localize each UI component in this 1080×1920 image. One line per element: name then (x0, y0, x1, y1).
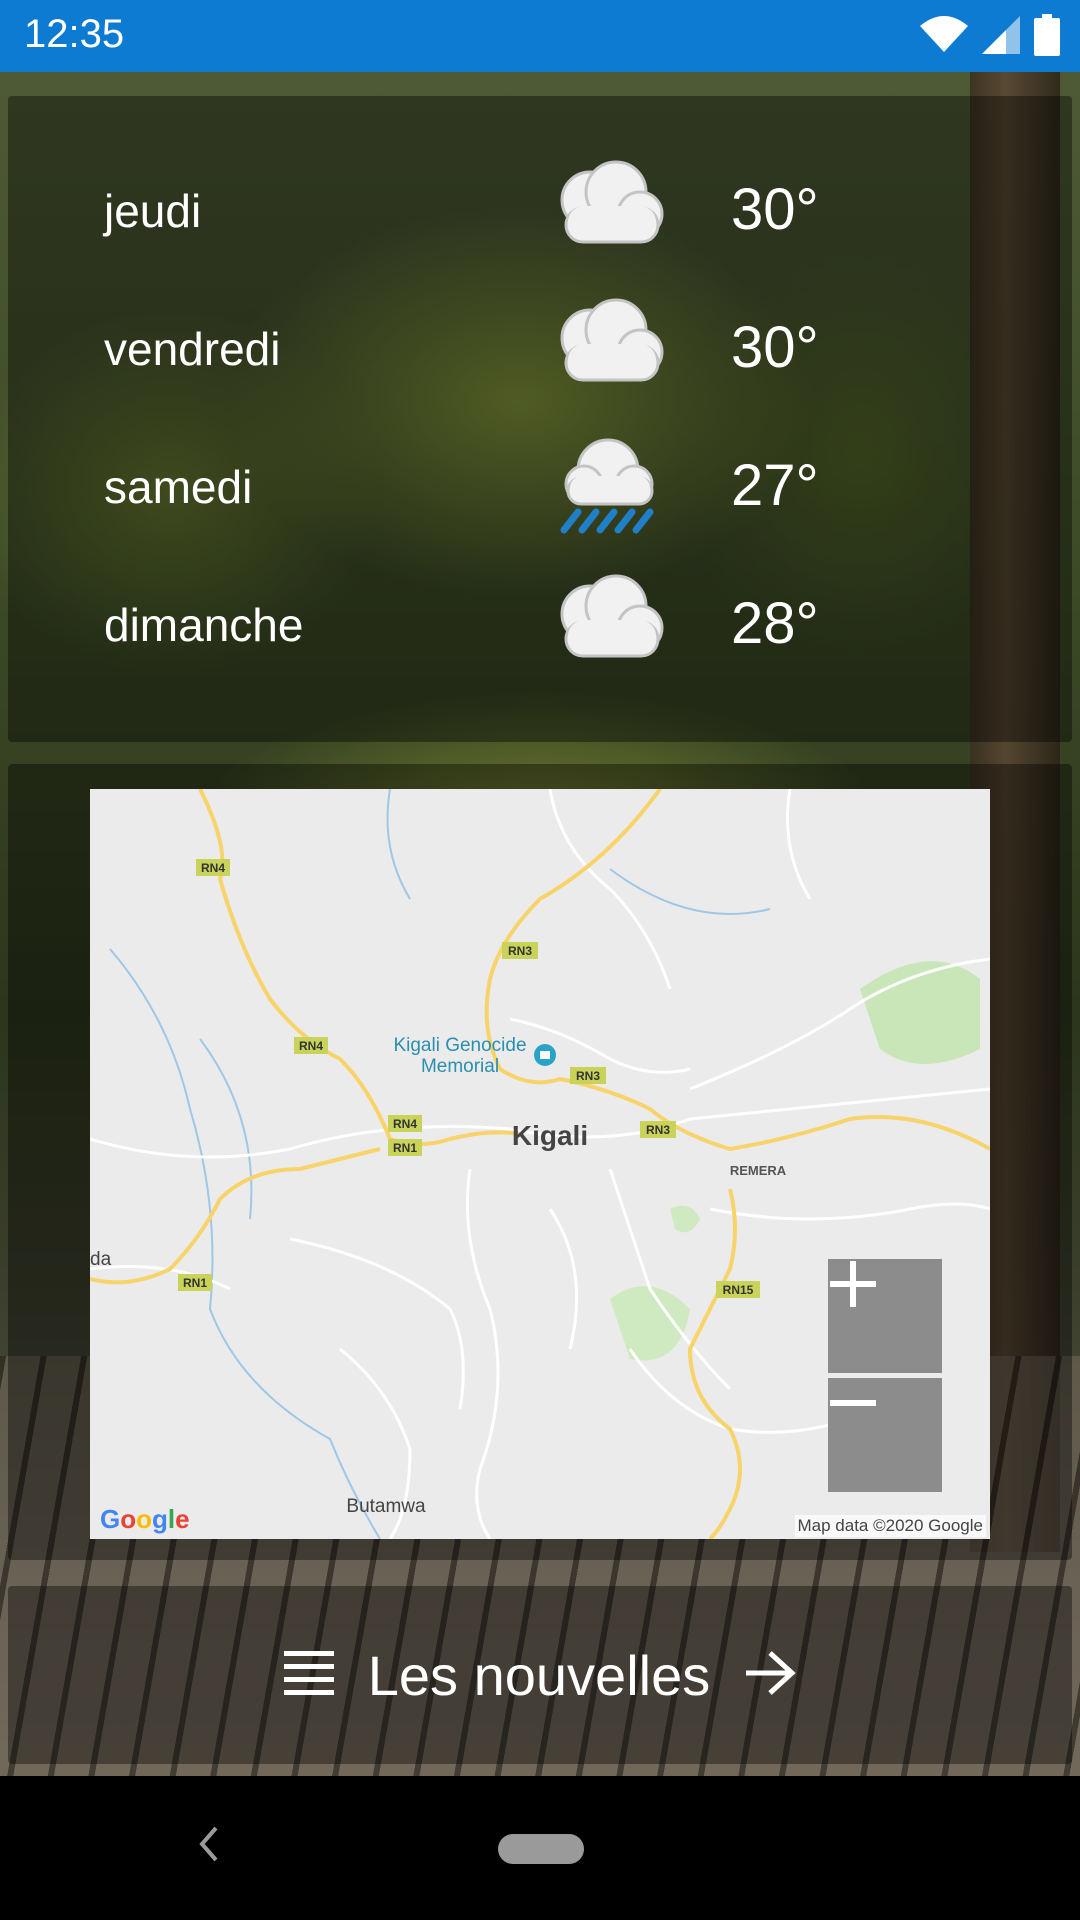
list-icon (283, 1650, 334, 1700)
cloud-icon (544, 294, 674, 404)
forecast-row[interactable]: samedi 27° (8, 432, 1072, 542)
road-label: RN3 (646, 1123, 670, 1137)
road-label: RN1 (183, 1276, 207, 1290)
forecast-temp: 30° (731, 315, 819, 380)
road-label: RN15 (723, 1283, 754, 1297)
status-bar: 12:35 (0, 0, 1080, 72)
rain-cloud-icon (544, 432, 674, 542)
back-icon[interactable] (196, 1824, 220, 1869)
forecast-day: samedi (104, 461, 253, 513)
forecast-row[interactable]: vendredi 30° (8, 294, 1072, 404)
place-label: Butamwa (346, 1496, 426, 1517)
road-label: RN4 (201, 861, 225, 875)
road-label: RN4 (393, 1117, 417, 1131)
news-card[interactable]: Les nouvelles (8, 1586, 1072, 1764)
place-label: da (90, 1249, 112, 1270)
map-card: RN4 RN3 RN4 RN3 RN3 RN4 RN1 RN1 RN15 Kig… (8, 764, 1072, 1560)
forecast-day: vendredi (104, 323, 281, 375)
road-label: RN1 (393, 1141, 417, 1155)
road-label: RN3 (576, 1069, 600, 1083)
map-view[interactable]: RN4 RN3 RN4 RN3 RN3 RN4 RN1 RN1 RN15 Kig… (90, 789, 990, 1539)
forecast-card: jeudi 30° vendredi 30° samedi 27° dimanc… (8, 96, 1072, 742)
poi-label: Kigali Genocide (393, 1035, 526, 1056)
battery-icon (1034, 14, 1060, 61)
news-label: Les nouvelles (367, 1643, 711, 1707)
arrow-right-icon (744, 1650, 796, 1701)
plus-icon (830, 1261, 876, 1307)
district-label: REMERA (730, 1163, 787, 1178)
status-time: 12:35 (24, 12, 125, 56)
cloud-icon (544, 156, 674, 266)
road-label: RN4 (299, 1039, 323, 1053)
forecast-row[interactable]: jeudi 30° (8, 156, 1072, 266)
minus-icon (830, 1400, 876, 1406)
zoom-out-button[interactable] (828, 1378, 942, 1492)
home-pill-icon[interactable] (498, 1834, 584, 1869)
zoom-in-button[interactable] (828, 1259, 942, 1373)
forecast-temp: 30° (731, 177, 819, 242)
road-label: RN3 (508, 944, 532, 958)
google-logo: Google (100, 1504, 190, 1534)
city-label: Kigali (512, 1120, 588, 1151)
forecast-day: dimanche (104, 599, 304, 651)
forecast-day: jeudi (104, 185, 202, 237)
forecast-row[interactable]: dimanche 28° (8, 570, 1072, 680)
forecast-temp: 28° (731, 591, 819, 656)
signal-icon (982, 16, 1020, 59)
cloud-icon (544, 570, 674, 680)
wifi-icon (920, 16, 968, 59)
map-attribution[interactable]: Map data ©2020 Google (794, 1515, 986, 1537)
poi-label: Memorial (421, 1056, 499, 1077)
forecast-temp: 27° (731, 453, 819, 518)
